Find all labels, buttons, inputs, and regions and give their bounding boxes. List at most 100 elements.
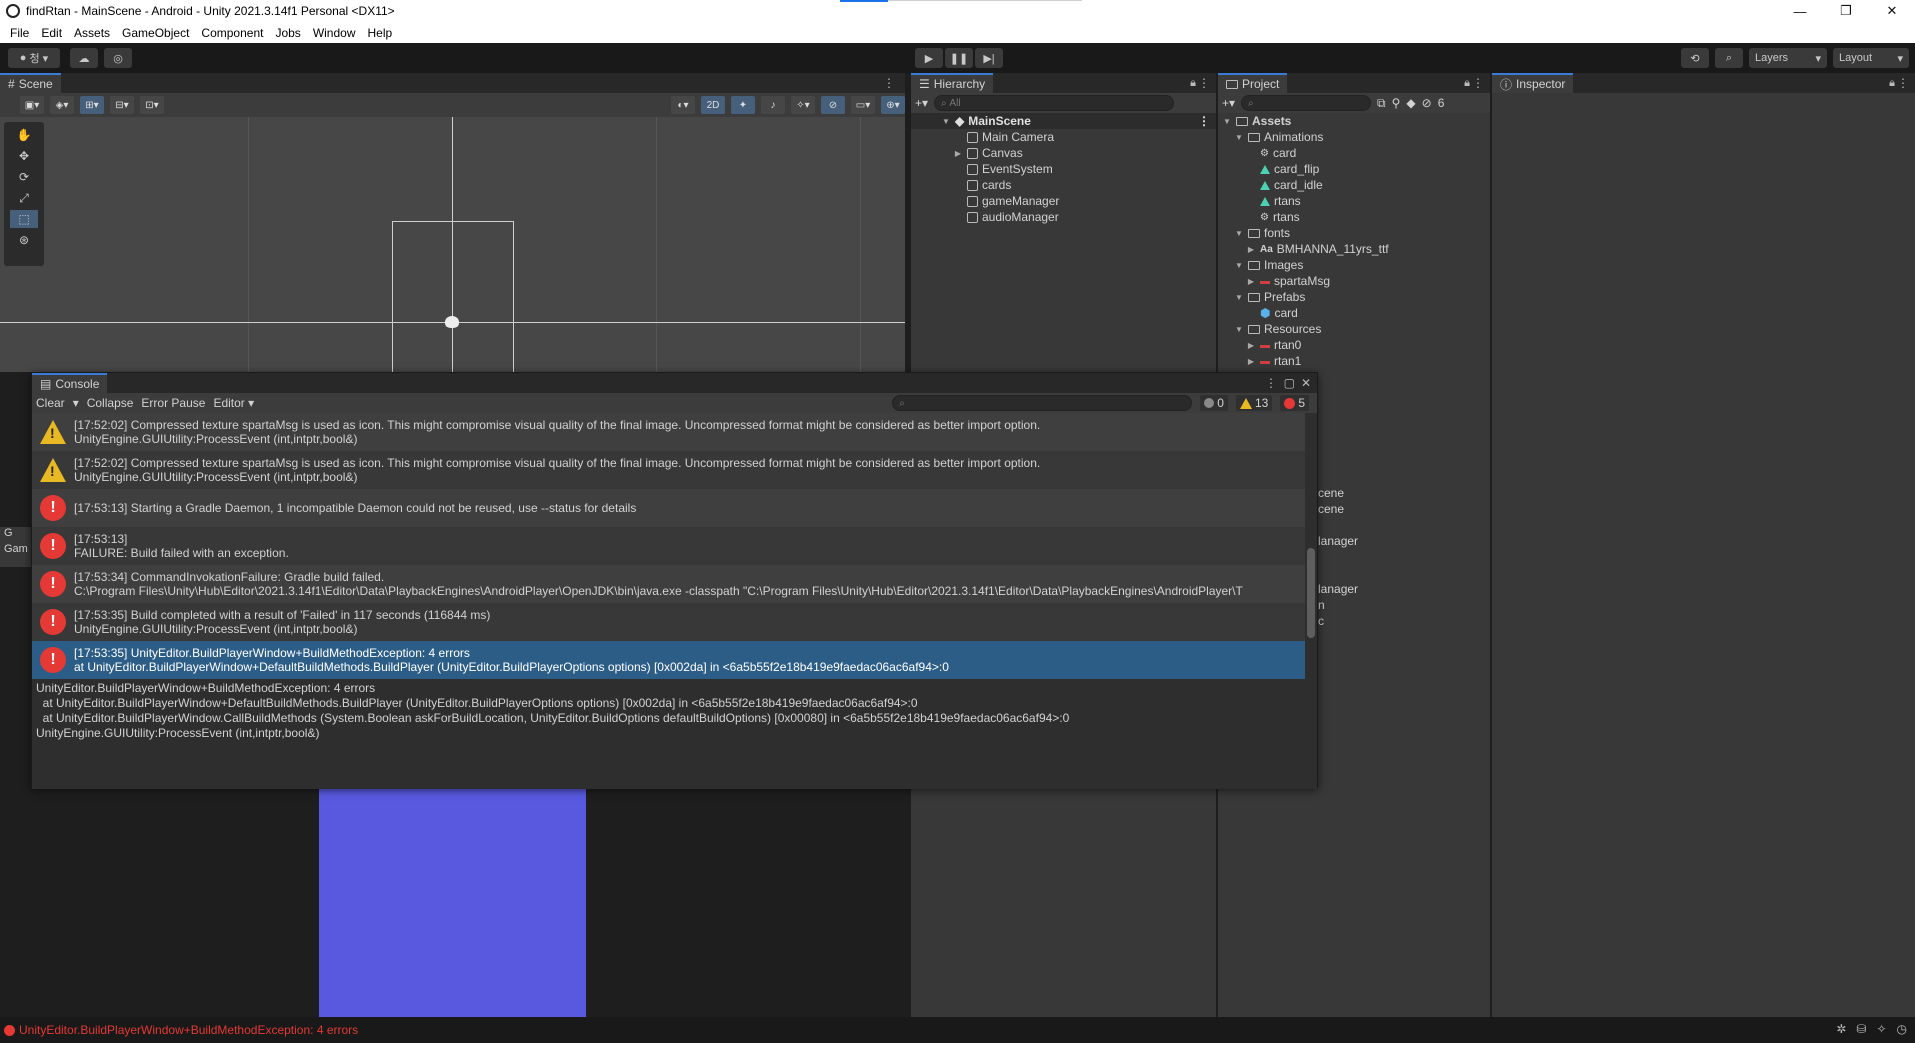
draw-mode-button[interactable]: ▣▾ [20, 96, 44, 114]
snap-increment-button[interactable]: ⊟▾ [110, 96, 134, 114]
menu-component[interactable]: Component [195, 26, 269, 40]
menu-help[interactable]: Help [362, 26, 399, 40]
maximize-icon[interactable]: ▢ [1284, 376, 1295, 390]
menu-assets[interactable]: Assets [68, 26, 116, 40]
search-button[interactable]: ⌕ [1715, 48, 1743, 68]
pause-button[interactable]: ❚❚ [945, 48, 973, 68]
chevron-right-icon[interactable]: ▶ [953, 149, 963, 158]
layout-dropdown[interactable]: Layout ▾ [1833, 48, 1909, 68]
cloud-button[interactable]: ☁ [70, 48, 98, 68]
clear-options-chevron-icon[interactable]: ▾ [73, 396, 79, 410]
menu-file[interactable]: File [4, 26, 35, 40]
close-button[interactable]: ✕ [1869, 3, 1915, 19]
close-icon[interactable]: ✕ [1301, 376, 1311, 390]
gizmos-button[interactable]: ⊕▾ [881, 96, 905, 114]
project-tree-item[interactable]: ▼ Assets [1218, 113, 1490, 129]
layers-dropdown[interactable]: Layers ▾ [1749, 48, 1827, 68]
lock-icon[interactable]: 🔒︎ [1889, 77, 1895, 90]
list-item[interactable]: Main Camera [911, 129, 1216, 145]
label-filter-icon[interactable]: ◆ [1406, 96, 1415, 110]
shading-button[interactable]: ◐▾ [671, 96, 695, 114]
lock-icon[interactable]: 🔒︎ [1190, 77, 1196, 90]
console-scrollbar[interactable] [1305, 413, 1317, 679]
more-options-icon[interactable]: ⋮ [1897, 76, 1909, 90]
chevron-down-icon[interactable]: ▼ [1234, 293, 1244, 302]
project-tree-item[interactable]: ⚙ card [1218, 145, 1490, 161]
error-count-toggle[interactable]: 5 [1280, 395, 1309, 411]
project-tree-item[interactable]: ▼ Animations [1218, 129, 1490, 145]
filter-icon[interactable]: ⧉ [1377, 96, 1386, 111]
editor-dropdown[interactable]: Editor ▾ [213, 396, 254, 410]
pivot-button[interactable]: ⊡▾ [140, 96, 164, 114]
chevron-right-icon[interactable]: ▶ [1246, 341, 1256, 350]
console-search-input[interactable]: ⌕ [892, 395, 1193, 411]
maximize-button[interactable]: ❐ [1823, 3, 1869, 19]
info-count-toggle[interactable]: 0 [1200, 395, 1228, 411]
game-tab[interactable]: G Gam [0, 527, 32, 567]
list-item[interactable]: audioManager [911, 209, 1216, 225]
list-item[interactable]: EventSystem [911, 161, 1216, 177]
project-tree-item[interactable]: ⬢ card [1218, 305, 1490, 321]
list-item[interactable]: gameManager [911, 193, 1216, 209]
project-tree-item[interactable]: ▶ ▬ rtan0 [1218, 337, 1490, 353]
chevron-down-icon[interactable]: ▼ [1222, 117, 1232, 126]
tab-project[interactable]: Project [1218, 73, 1288, 93]
debug-icon[interactable]: ✲ [1836, 1022, 1846, 1036]
hidden-packages-icon[interactable]: ⊘ [1422, 96, 1432, 110]
chevron-down-icon[interactable]: ▼ [1234, 229, 1244, 238]
camera-button[interactable]: ▭▾ [851, 96, 875, 114]
rotate-tool-icon[interactable]: ⟳ [10, 168, 38, 186]
effects-button[interactable]: ✧▾ [791, 96, 815, 114]
error-pause-button[interactable]: Error Pause [141, 396, 205, 410]
history-button[interactable]: ⟲ [1681, 48, 1709, 68]
camera-gizmo-icon[interactable] [445, 316, 459, 328]
audio-button[interactable]: ♪ [761, 96, 785, 114]
step-button[interactable]: ▶| [975, 48, 1003, 68]
lighting-button[interactable]: ✦ [731, 96, 755, 114]
auto-generate-lighting-icon[interactable]: ✧ [1876, 1022, 1886, 1036]
gizmo-toggle-button[interactable]: ◈▾ [50, 96, 74, 114]
account-button[interactable]: ● 청 ▾ [8, 48, 60, 68]
chevron-down-icon[interactable]: ▼ [1234, 133, 1244, 142]
move-tool-icon[interactable]: ✥ [10, 147, 38, 165]
project-tree-item[interactable]: ▼ Prefabs [1218, 289, 1490, 305]
console-entry[interactable]: ! [17:53:34] CommandInvokationFailure: Gr… [32, 565, 1306, 603]
more-options-icon[interactable]: ⋮ [1198, 114, 1210, 128]
collab-button[interactable]: ◎ [104, 48, 132, 68]
project-tree-item[interactable]: rtans [1218, 193, 1490, 209]
tab-scene[interactable]: # Scene [0, 73, 61, 93]
chevron-right-icon[interactable]: ▶ [1246, 245, 1256, 254]
project-tree-item[interactable]: ⚙ rtans [1218, 209, 1490, 225]
chevron-down-icon[interactable]: ▼ [1234, 261, 1244, 270]
scene-viewport[interactable] [0, 117, 905, 372]
hierarchy-scene-row[interactable]: ▼ ◆ MainScene ⋮ [911, 113, 1216, 129]
tab-console[interactable]: ▤ Console [32, 373, 108, 393]
status-message[interactable]: UnityEditor.BuildPlayerWindow+BuildMetho… [19, 1023, 358, 1037]
transform-tool-icon[interactable]: ⊛ [10, 231, 38, 249]
project-tree-item[interactable]: ▶ ▬ spartaMsg [1218, 273, 1490, 289]
project-tree-item[interactable]: card_idle [1218, 177, 1490, 193]
lock-icon[interactable]: 🔒︎ [1464, 77, 1470, 90]
menu-gameobject[interactable]: GameObject [116, 26, 195, 40]
grid-snap-button[interactable]: ⊞▾ [80, 96, 104, 114]
warning-count-toggle[interactable]: 13 [1235, 395, 1273, 411]
clear-button[interactable]: Clear [36, 396, 65, 410]
menu-edit[interactable]: Edit [35, 26, 68, 40]
project-tree-item[interactable]: ▼ fonts [1218, 225, 1490, 241]
list-item[interactable]: cards [911, 177, 1216, 193]
menu-window[interactable]: Window [307, 26, 362, 40]
more-options-icon[interactable]: ⋮ [883, 76, 895, 90]
type-filter-icon[interactable]: ⚲ [1392, 96, 1401, 110]
console-entry[interactable]: ! [17:53:35] UnityEditor.BuildPlayerWindo… [32, 641, 1306, 679]
hierarchy-search-input[interactable]: ⌕ All [934, 95, 1175, 111]
add-icon[interactable]: +▾ [915, 96, 928, 110]
hand-tool-icon[interactable]: ✋ [10, 126, 38, 144]
tab-hierarchy[interactable]: ☰ Hierarchy [911, 73, 994, 93]
scroll-thumb[interactable] [1307, 548, 1315, 638]
scale-tool-icon[interactable]: ⤢ [10, 189, 38, 207]
more-options-icon[interactable]: ⋮ [1198, 76, 1210, 90]
mode-2d-button[interactable]: 2D [701, 96, 725, 114]
menu-jobs[interactable]: Jobs [269, 26, 306, 40]
project-tree-item[interactable]: card_flip [1218, 161, 1490, 177]
play-button[interactable]: ▶ [915, 48, 943, 68]
